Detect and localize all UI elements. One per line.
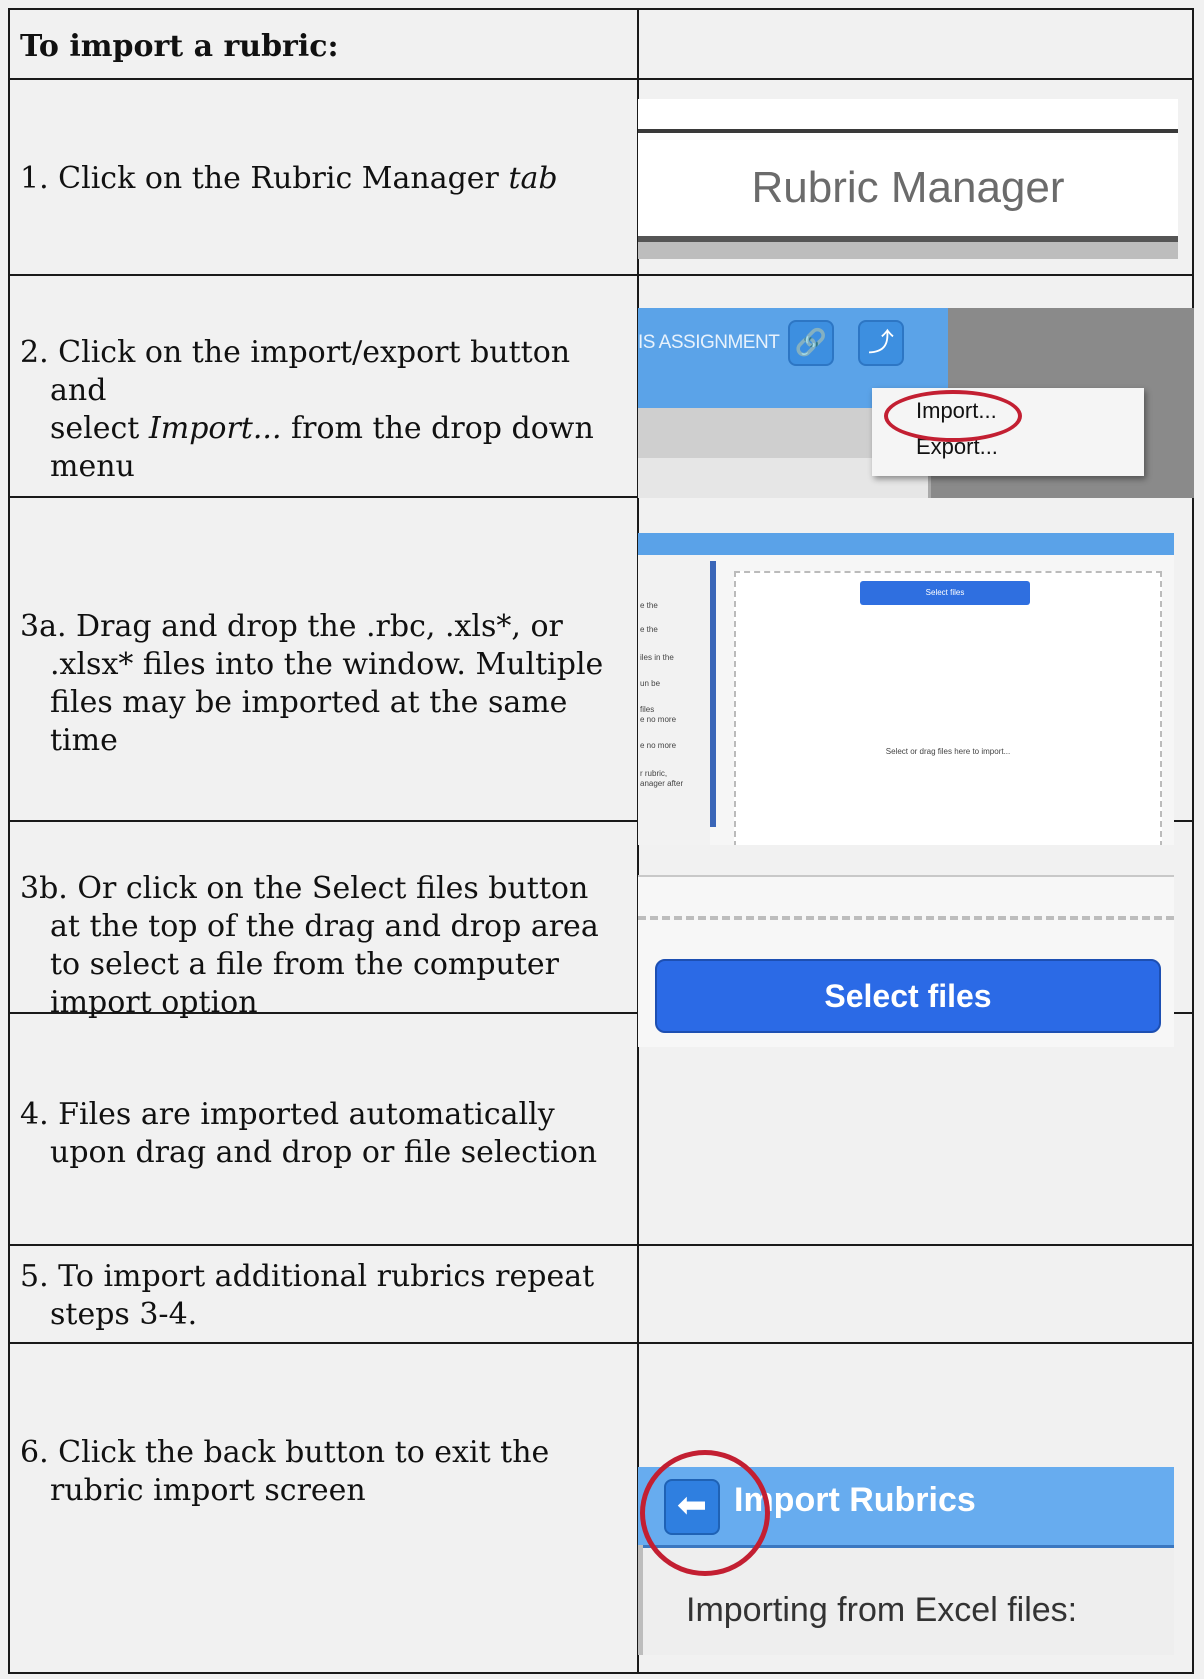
sidebar-text-8: r rubric, bbox=[640, 769, 668, 778]
import-rubrics-title: Import Rubrics bbox=[734, 1481, 976, 1519]
importing-from-label: Importing from Excel files: bbox=[686, 1591, 1078, 1629]
sidebar-text-3: iles in the bbox=[640, 653, 674, 662]
sidebar-text-7: e no more bbox=[640, 741, 677, 750]
drag-drop-screenshot: e the e the iles in the un be files e no… bbox=[638, 533, 1174, 845]
step3a-text: 3a. Drag and drop the .rbc, .xls*, or .x… bbox=[20, 609, 604, 758]
left-edge-bar bbox=[638, 1545, 643, 1655]
dashed-border bbox=[638, 916, 1174, 920]
instructions-sidebar: e the e the iles in the un be files e no… bbox=[638, 555, 710, 845]
highlight-oval bbox=[884, 390, 1022, 442]
step3b-text: 3b. Or click on the Select files button … bbox=[20, 871, 599, 1020]
top-border bbox=[638, 875, 1174, 877]
step5-text: 5. To import additional rubrics repeat s… bbox=[20, 1259, 595, 1332]
sidebar-text-9: anager after bbox=[640, 779, 684, 788]
sidebar-text-4: un be bbox=[640, 679, 661, 688]
import-export-button[interactable]: ⤴ bbox=[858, 320, 904, 366]
assignment-label: IS ASSIGNMENT bbox=[638, 332, 780, 353]
drop-hint: Select or drag files here to import... bbox=[885, 747, 1011, 756]
sidebar-text-5: files bbox=[640, 705, 655, 714]
step1-text: 1. Click on the Rubric Manager tab bbox=[20, 161, 558, 196]
table-row-step5: 5. To import additional rubrics repeat s… bbox=[10, 1246, 1192, 1344]
step6-text: 6. Click the back button to exit the rub… bbox=[20, 1435, 550, 1508]
drop-zone[interactable]: Select or drag files here to import... bbox=[734, 571, 1162, 845]
table-title: To import a rubric: bbox=[20, 29, 339, 64]
rubric-manager-tab-label[interactable]: Rubric Manager bbox=[638, 163, 1178, 213]
link-button[interactable]: 🔗 bbox=[788, 320, 834, 366]
tab-bottom-band bbox=[638, 242, 1178, 259]
select-files-button-small[interactable]: Select files bbox=[860, 581, 1030, 605]
highlight-circle bbox=[640, 1450, 770, 1576]
step2-text: 2. Click on the import/export button and… bbox=[20, 335, 594, 484]
sidebar-text-1: e the bbox=[640, 601, 658, 610]
select-files-screenshot: Select files bbox=[638, 875, 1174, 1047]
table-row-step4: 4. Files are imported automatically upon… bbox=[10, 1014, 1192, 1246]
rubric-manager-screenshot: Rubric Manager bbox=[638, 99, 1178, 259]
share-icon: ⤴ bbox=[867, 328, 894, 358]
link-icon: 🔗 bbox=[794, 328, 828, 358]
import-header-bar bbox=[638, 533, 1174, 555]
select-files-button[interactable]: Select files bbox=[655, 959, 1161, 1033]
import-export-screenshot: IS ASSIGNMENT 🔗 ⤴ Import... Export... bbox=[638, 308, 1194, 498]
table-row-header: To import a rubric: bbox=[10, 10, 1192, 80]
step4-text: 4. Files are imported automatically upon… bbox=[20, 1097, 598, 1170]
sidebar-scrollbar[interactable] bbox=[710, 561, 716, 827]
sidebar-text-2: e the bbox=[640, 625, 658, 634]
tab-top-line bbox=[638, 129, 1178, 133]
sidebar-text-6: e no more bbox=[640, 715, 677, 724]
